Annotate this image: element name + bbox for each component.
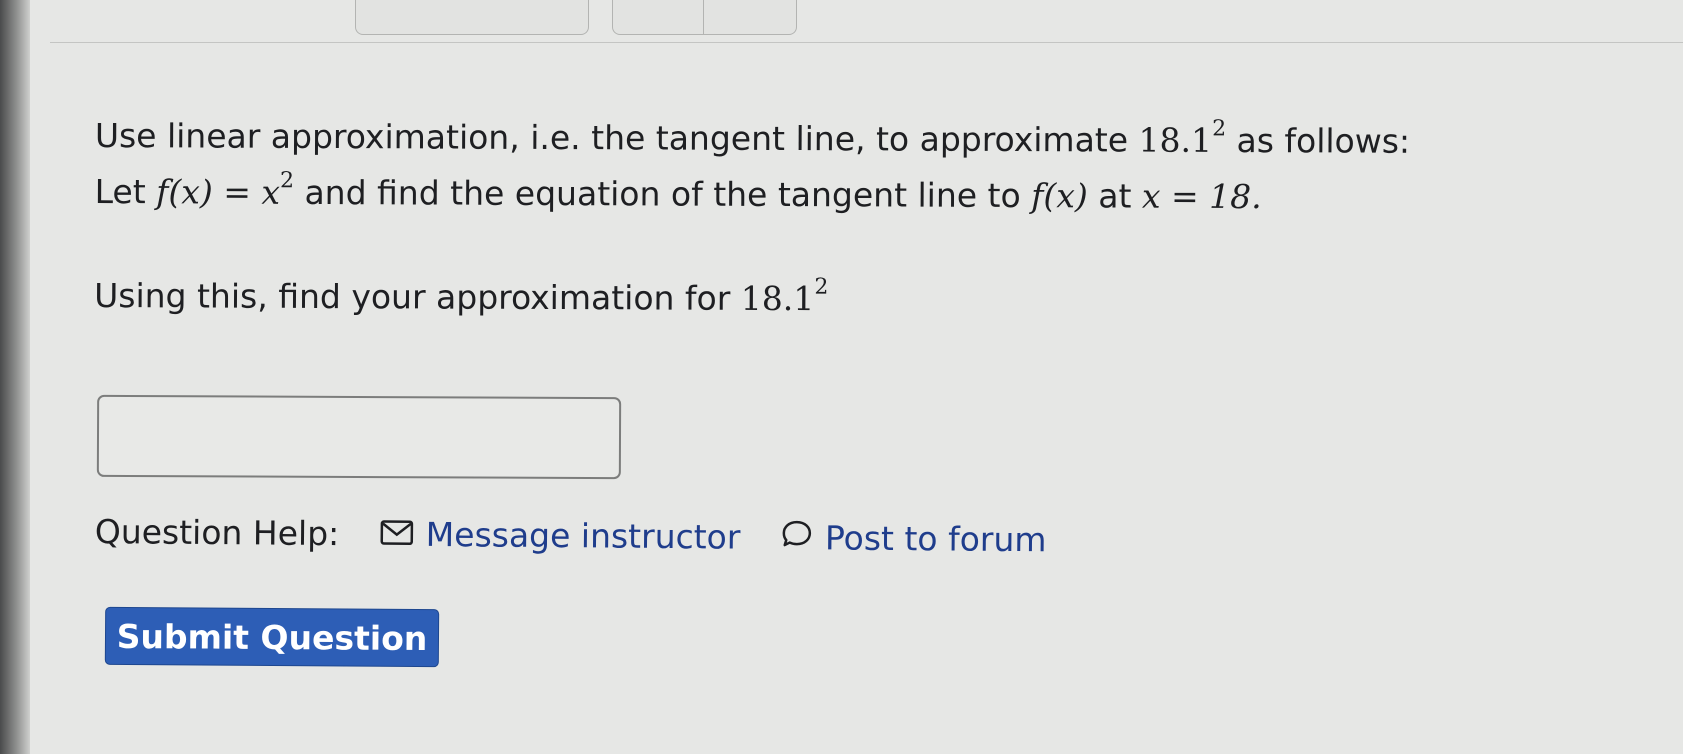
math-expression: f(x)	[1031, 176, 1088, 215]
math-exponent: 2	[1212, 116, 1227, 142]
answer-input[interactable]	[96, 394, 622, 480]
submit-question-button[interactable]: Submit Question	[104, 606, 440, 668]
math-base: 18.1	[1138, 120, 1213, 160]
math-exponent: 2	[280, 168, 295, 194]
math-expression: x = 18.	[1142, 177, 1262, 217]
question-text-part: Use linear approximation, i.e. the tange…	[94, 115, 1139, 160]
question-line-2: Let f(x) = x2 and find the equation of t…	[95, 164, 1655, 227]
question-text-part: Using this, find your approximation for	[94, 275, 741, 318]
question-help: Question Help: Message instructor Post t…	[95, 512, 1047, 559]
tab-divider	[703, 0, 704, 35]
question-text-part: Let	[94, 171, 157, 212]
math-function: f(x)	[1031, 176, 1088, 216]
question-help-label: Question Help:	[94, 512, 340, 554]
question-text-part: and find the equation of the tangent lin…	[293, 172, 1032, 216]
math-function: f(x) = x	[156, 172, 281, 212]
question-text: Use linear approximation, i.e. the tange…	[94, 108, 1655, 331]
header-divider	[50, 42, 1683, 43]
post-to-forum-label: Post to forum	[824, 518, 1047, 560]
top-tab-left	[355, 0, 589, 35]
speech-bubble-icon	[781, 518, 813, 557]
message-instructor-label: Message instructor	[425, 514, 741, 557]
screen-bezel	[0, 0, 30, 754]
math-exponent: 2	[814, 274, 829, 300]
question-text-part: as follows:	[1225, 120, 1411, 161]
math-expression: 18.12	[740, 275, 829, 319]
post-to-forum-link[interactable]: Post to forum	[781, 518, 1047, 559]
question-line-3: Using this, find your approximation for …	[94, 268, 1654, 331]
math-base: 18.1	[740, 278, 815, 319]
question-text-part: at	[1087, 176, 1143, 216]
top-tab-right	[612, 0, 797, 35]
message-instructor-link[interactable]: Message instructor	[380, 514, 741, 557]
function-definition: f(x) = x2	[156, 168, 294, 212]
math-equation: x = 18.	[1141, 176, 1262, 217]
math-expression: 18.12	[1138, 116, 1227, 160]
question-line-1: Use linear approximation, i.e. the tange…	[95, 108, 1655, 171]
envelope-icon	[380, 514, 414, 553]
